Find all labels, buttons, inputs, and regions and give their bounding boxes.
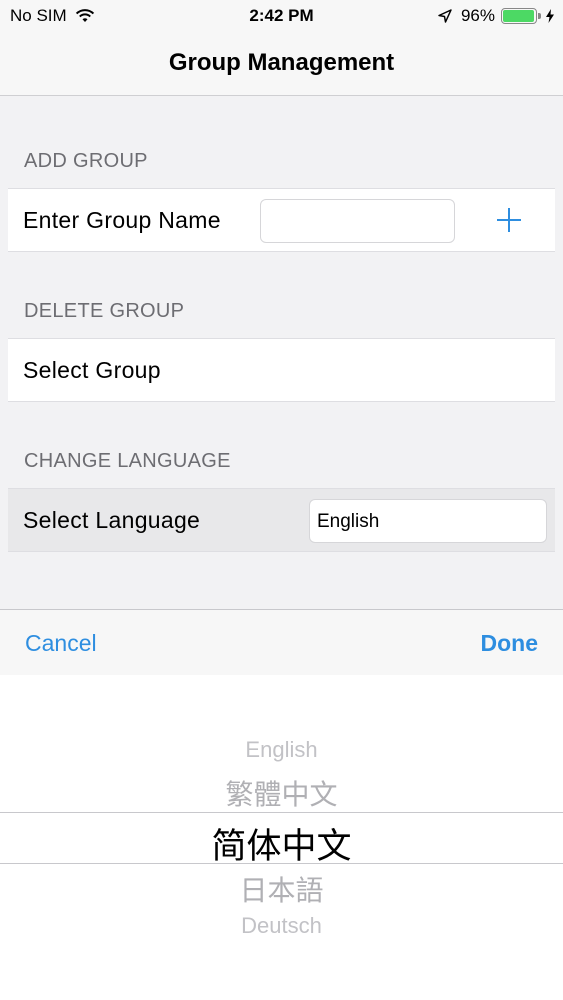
cancel-button[interactable]: Cancel [25, 630, 97, 657]
group-name-input[interactable] [260, 199, 455, 243]
picker-option[interactable]: Deutsch [0, 913, 563, 939]
language-value: English [317, 511, 380, 532]
language-picker[interactable]: English 繁體中文 简体中文 日本語 Deutsch [0, 675, 563, 1000]
add-group-header: ADD GROUP [24, 150, 148, 172]
status-bar: No SIM 2:42 PM 96% [0, 0, 563, 32]
delete-group-header: DELETE GROUP [24, 300, 185, 322]
plus-icon[interactable] [496, 207, 522, 233]
battery-percent: 96% [460, 6, 495, 25]
done-button[interactable]: Done [481, 630, 539, 657]
language-field[interactable]: English [309, 499, 547, 543]
picker-option[interactable]: 日本語 [0, 869, 563, 909]
page-title: Group Management [168, 49, 395, 76]
battery-icon [501, 8, 537, 24]
location-arrow-icon [438, 9, 452, 23]
status-right: 96% [437, 6, 555, 26]
picker-toolbar: Cancel Done [0, 609, 563, 675]
picker-option[interactable]: English [0, 737, 563, 763]
screen: No SIM 2:42 PM 96% Group Management ADD … [0, 0, 563, 1000]
select-group-cell[interactable]: Select Group [8, 338, 555, 402]
select-group-label: Select Group [23, 357, 161, 383]
picker-option[interactable]: 繁體中文 [0, 773, 563, 813]
battery-level [503, 10, 534, 22]
group-name-label: Enter Group Name [23, 207, 221, 233]
battery-tip [538, 13, 541, 19]
picker-option-selected[interactable]: 简体中文 [0, 818, 563, 869]
select-language-label: Select Language [23, 507, 201, 533]
navigation-bar: Group Management [0, 32, 563, 96]
add-group-cell: Enter Group Name [8, 188, 555, 252]
charging-bolt-icon [546, 9, 554, 23]
change-language-header: CHANGE LANGUAGE [24, 450, 231, 472]
select-language-cell[interactable]: Select Language English [8, 488, 555, 552]
